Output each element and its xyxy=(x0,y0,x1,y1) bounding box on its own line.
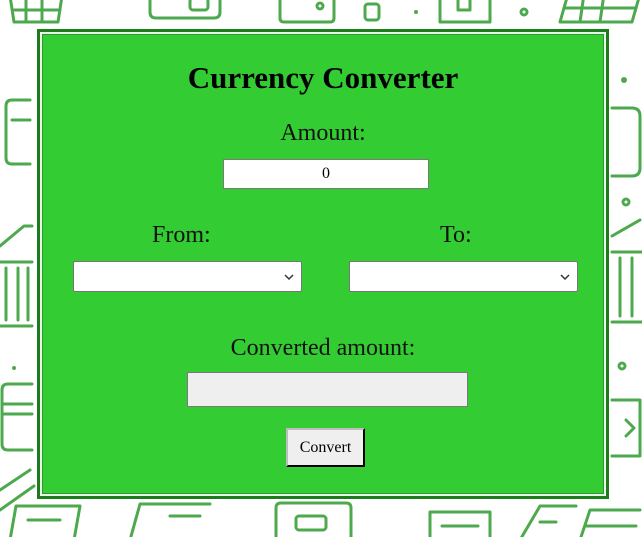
wallet-icon xyxy=(129,502,212,537)
bank-icon xyxy=(0,224,34,328)
page-title: Currency Converter xyxy=(187,60,459,95)
from-label: From: xyxy=(152,222,211,248)
chevron-down-icon xyxy=(560,274,570,281)
wallet-icon xyxy=(148,0,222,20)
converter-panel: Currency Converter Amount: From: To: Con… xyxy=(37,29,609,499)
chevron-down-icon xyxy=(284,274,294,281)
atm-icon xyxy=(438,0,492,24)
from-currency-select[interactable] xyxy=(73,261,302,292)
convert-button[interactable]: Convert xyxy=(286,428,365,467)
to-label: To: xyxy=(440,222,472,248)
money-icon xyxy=(428,510,492,537)
amount-label: Amount: xyxy=(280,120,366,146)
wallet-icon xyxy=(610,106,642,178)
credit-card-icon xyxy=(579,508,642,537)
wallet-icon xyxy=(520,504,578,537)
money-icon xyxy=(9,504,82,537)
lock-icon xyxy=(363,2,381,22)
bank-icon xyxy=(610,218,642,324)
calculator-icon xyxy=(558,0,640,24)
to-currency-select[interactable] xyxy=(349,261,578,292)
amount-input[interactable] xyxy=(223,159,429,189)
document-icon xyxy=(0,468,36,512)
calculator-icon xyxy=(9,0,63,24)
safe-icon xyxy=(274,501,353,537)
converted-amount-label: Converted amount: xyxy=(230,335,416,361)
safe-icon xyxy=(278,0,336,24)
converted-amount-output xyxy=(187,372,468,407)
credit-card-icon xyxy=(610,398,642,458)
credit-card-icon xyxy=(0,382,34,452)
wallet-icon xyxy=(4,98,32,166)
